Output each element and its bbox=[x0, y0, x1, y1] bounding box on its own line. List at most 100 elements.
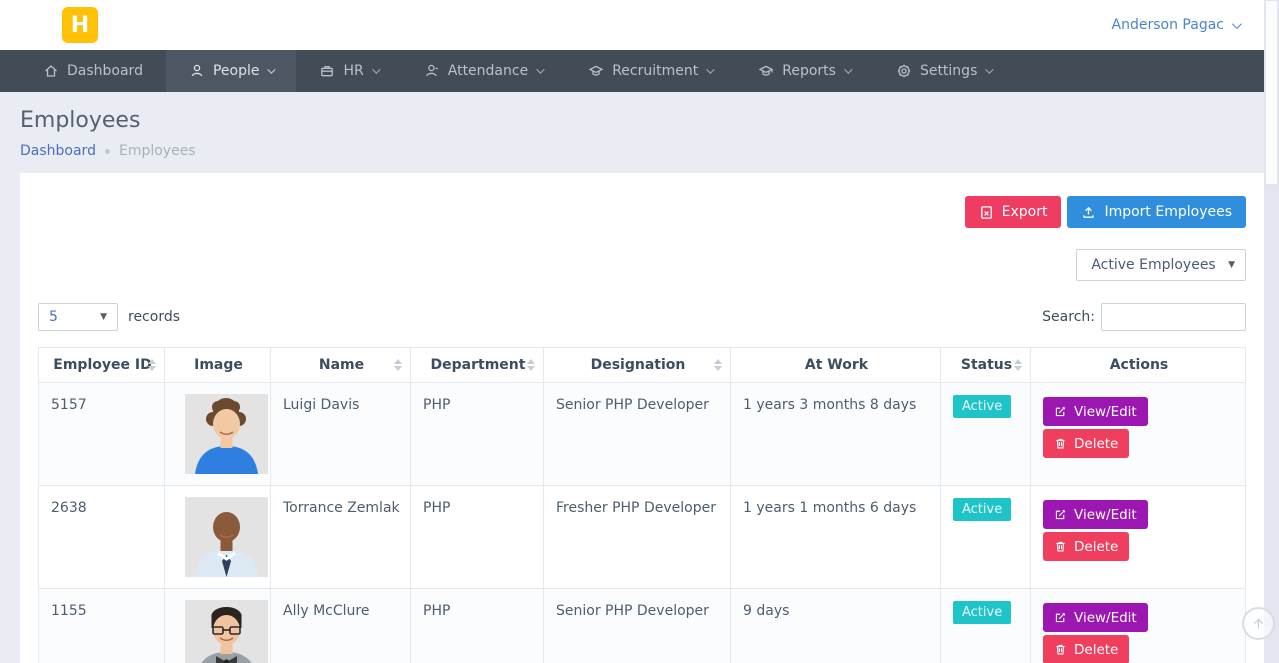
vertical-scrollbar-track[interactable] bbox=[1264, 0, 1279, 663]
breadcrumb: Dashboard Employees bbox=[20, 143, 1259, 159]
column-header-designation[interactable]: Designation bbox=[544, 348, 731, 383]
employees-card: Export Import Employees Active Employees… bbox=[20, 173, 1264, 663]
employee-id-cell: 2638 bbox=[39, 486, 165, 589]
delete-button[interactable]: Delete bbox=[1043, 635, 1129, 663]
vertical-scrollbar-thumb[interactable] bbox=[1265, 0, 1278, 185]
nav-item-hr[interactable]: HR bbox=[296, 50, 400, 92]
column-header-actions: Actions bbox=[1031, 348, 1246, 383]
column-header-image: Image bbox=[165, 348, 271, 383]
export-button[interactable]: Export bbox=[965, 196, 1062, 228]
status-badge: Active bbox=[953, 601, 1011, 624]
employee-id-cell: 1155 bbox=[39, 589, 165, 663]
employee-image-cell bbox=[165, 486, 271, 589]
trash-icon bbox=[1054, 540, 1067, 553]
chevron-down-icon bbox=[986, 65, 994, 73]
user-menu[interactable]: Anderson Pagac bbox=[1112, 17, 1239, 33]
employee-photo bbox=[185, 394, 268, 474]
employee-name-cell: Ally McClure bbox=[271, 589, 411, 663]
employee-department-cell: PHP bbox=[411, 383, 544, 486]
delete-button[interactable]: Delete bbox=[1043, 532, 1129, 561]
employee-row-5157: 5157Luigi DavisPHPSenior PHP Developer1 … bbox=[39, 383, 1246, 486]
records-per-page-select[interactable]: 5 ▼ bbox=[38, 303, 118, 331]
chevron-down-icon bbox=[1232, 19, 1242, 29]
column-label: Status bbox=[961, 357, 1012, 373]
export-label: Export bbox=[1002, 204, 1048, 220]
employee-atwork-cell: 1 years 1 months 6 days bbox=[731, 486, 941, 589]
column-label: Actions bbox=[1110, 357, 1169, 373]
chevron-down-icon bbox=[268, 65, 276, 73]
employee-actions-cell: View/Edit Delete bbox=[1031, 486, 1246, 589]
employee-row-1155: 1155Ally McClurePHPSenior PHP Developer9… bbox=[39, 589, 1246, 663]
excel-file-icon bbox=[979, 205, 994, 220]
top-header: H Anderson Pagac bbox=[0, 0, 1279, 50]
column-header-department[interactable]: Department bbox=[411, 348, 544, 383]
gear-icon bbox=[896, 63, 912, 79]
filter-selected-value: Active Employees bbox=[1087, 257, 1220, 273]
records-label: records bbox=[128, 309, 180, 325]
nav-item-dashboard[interactable]: Dashboard bbox=[20, 50, 166, 92]
employee-photo bbox=[185, 600, 268, 663]
column-header-at-work: At Work bbox=[731, 348, 941, 383]
column-label: Image bbox=[194, 357, 243, 373]
sort-icon bbox=[714, 359, 722, 371]
view-edit-button[interactable]: View/Edit bbox=[1043, 603, 1148, 632]
table-controls: 5 ▼ records Search: bbox=[38, 303, 1246, 331]
import-label: Import Employees bbox=[1104, 204, 1232, 220]
sort-icon bbox=[1014, 359, 1022, 371]
breadcrumb-separator-dot bbox=[105, 149, 110, 154]
nav-item-reports[interactable]: Reports bbox=[735, 50, 873, 92]
delete-label: Delete bbox=[1074, 539, 1118, 555]
employee-status-cell: Active bbox=[941, 589, 1031, 663]
main-nav: Dashboard People HR Attendance Recruitment Re… bbox=[0, 50, 1264, 92]
employee-atwork-cell: 9 days bbox=[731, 589, 941, 663]
employee-image-cell bbox=[165, 589, 271, 663]
nav-item-recruitment[interactable]: Recruitment bbox=[565, 50, 735, 92]
briefcase-icon bbox=[319, 63, 335, 79]
view-edit-button[interactable]: View/Edit bbox=[1043, 500, 1148, 529]
records-selected-value: 5 bbox=[49, 309, 58, 325]
graduation-cap-icon bbox=[588, 63, 604, 79]
employee-name-cell: Torrance Zemlak bbox=[271, 486, 411, 589]
home-icon bbox=[43, 63, 59, 79]
employee-status-cell: Active bbox=[941, 383, 1031, 486]
edit-icon bbox=[1054, 405, 1067, 418]
column-label: Employee ID bbox=[53, 357, 151, 373]
chevron-down-icon bbox=[706, 65, 714, 73]
employee-photo bbox=[185, 497, 268, 577]
arrow-up-icon bbox=[1250, 615, 1267, 632]
nav-item-attendance[interactable]: Attendance bbox=[401, 50, 565, 92]
employee-atwork-cell: 1 years 3 months 8 days bbox=[731, 383, 941, 486]
table-header-row: Employee ID Image NameDepartmentDesignatio… bbox=[39, 348, 1246, 383]
user-name: Anderson Pagac bbox=[1112, 17, 1224, 33]
employee-row-2638: 2638Torrance ZemlakPHPFresher PHP Develo… bbox=[39, 486, 1246, 589]
filter-row: Active Employees ▼ bbox=[38, 249, 1246, 281]
scroll-to-top-button[interactable] bbox=[1242, 607, 1275, 640]
nav-item-label: People bbox=[213, 63, 260, 79]
status-badge: Active bbox=[953, 498, 1011, 521]
nav-item-label: Attendance bbox=[448, 63, 528, 79]
upload-icon bbox=[1081, 205, 1096, 220]
column-header-name[interactable]: Name bbox=[271, 348, 411, 383]
search-input[interactable] bbox=[1101, 303, 1246, 331]
app-logo[interactable]: H bbox=[62, 7, 98, 43]
employee-actions-cell: View/Edit Delete bbox=[1031, 589, 1246, 663]
import-employees-button[interactable]: Import Employees bbox=[1067, 196, 1246, 228]
chevron-down-icon bbox=[536, 65, 544, 73]
breadcrumb-dashboard-link[interactable]: Dashboard bbox=[20, 143, 96, 159]
edit-icon bbox=[1054, 611, 1067, 624]
nav-item-people[interactable]: People bbox=[166, 50, 297, 92]
employee-designation-cell: Senior PHP Developer bbox=[544, 383, 731, 486]
employee-status-filter-select[interactable]: Active Employees ▼ bbox=[1076, 249, 1246, 281]
delete-button[interactable]: Delete bbox=[1043, 429, 1129, 458]
employee-department-cell: PHP bbox=[411, 486, 544, 589]
column-header-status[interactable]: Status bbox=[941, 348, 1031, 383]
employee-department-cell: PHP bbox=[411, 589, 544, 663]
nav-item-label: Reports bbox=[782, 63, 836, 79]
page-head: Employees Dashboard Employees bbox=[0, 92, 1279, 159]
column-header-employee-id[interactable]: Employee ID bbox=[39, 348, 165, 383]
nav-item-settings[interactable]: Settings bbox=[873, 50, 1014, 92]
view-edit-button[interactable]: View/Edit bbox=[1043, 397, 1148, 426]
delete-label: Delete bbox=[1074, 642, 1118, 658]
chevron-down-icon bbox=[844, 65, 852, 73]
trash-icon bbox=[1054, 643, 1067, 656]
